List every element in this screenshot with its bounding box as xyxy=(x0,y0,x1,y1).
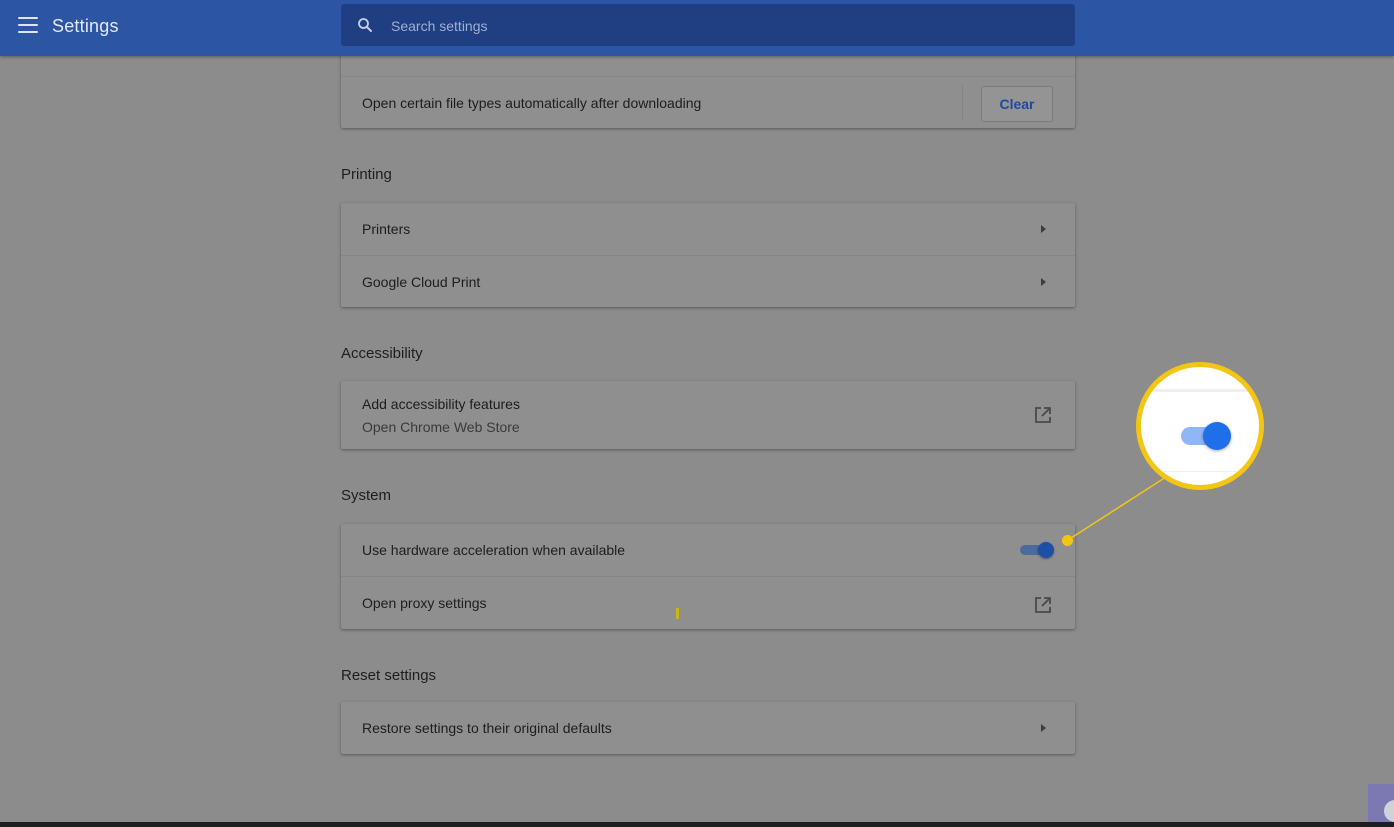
callout-dot xyxy=(1062,535,1073,546)
search-icon xyxy=(358,18,372,32)
bottom-strip xyxy=(0,822,1394,827)
callout-magnifier xyxy=(1136,362,1264,490)
search-input[interactable] xyxy=(389,4,1053,48)
magnified-row-edge xyxy=(1141,389,1259,392)
search-bar[interactable] xyxy=(341,4,1075,48)
corner-bubble xyxy=(1384,800,1394,822)
hamburger-menu-icon[interactable] xyxy=(18,17,38,33)
page-title: Settings xyxy=(52,16,119,36)
magnified-row-edge xyxy=(1141,471,1259,472)
magnified-toggle-thumb xyxy=(1203,422,1231,450)
top-bar: Settings xyxy=(0,0,1394,56)
corner-widget[interactable] xyxy=(1368,784,1394,822)
